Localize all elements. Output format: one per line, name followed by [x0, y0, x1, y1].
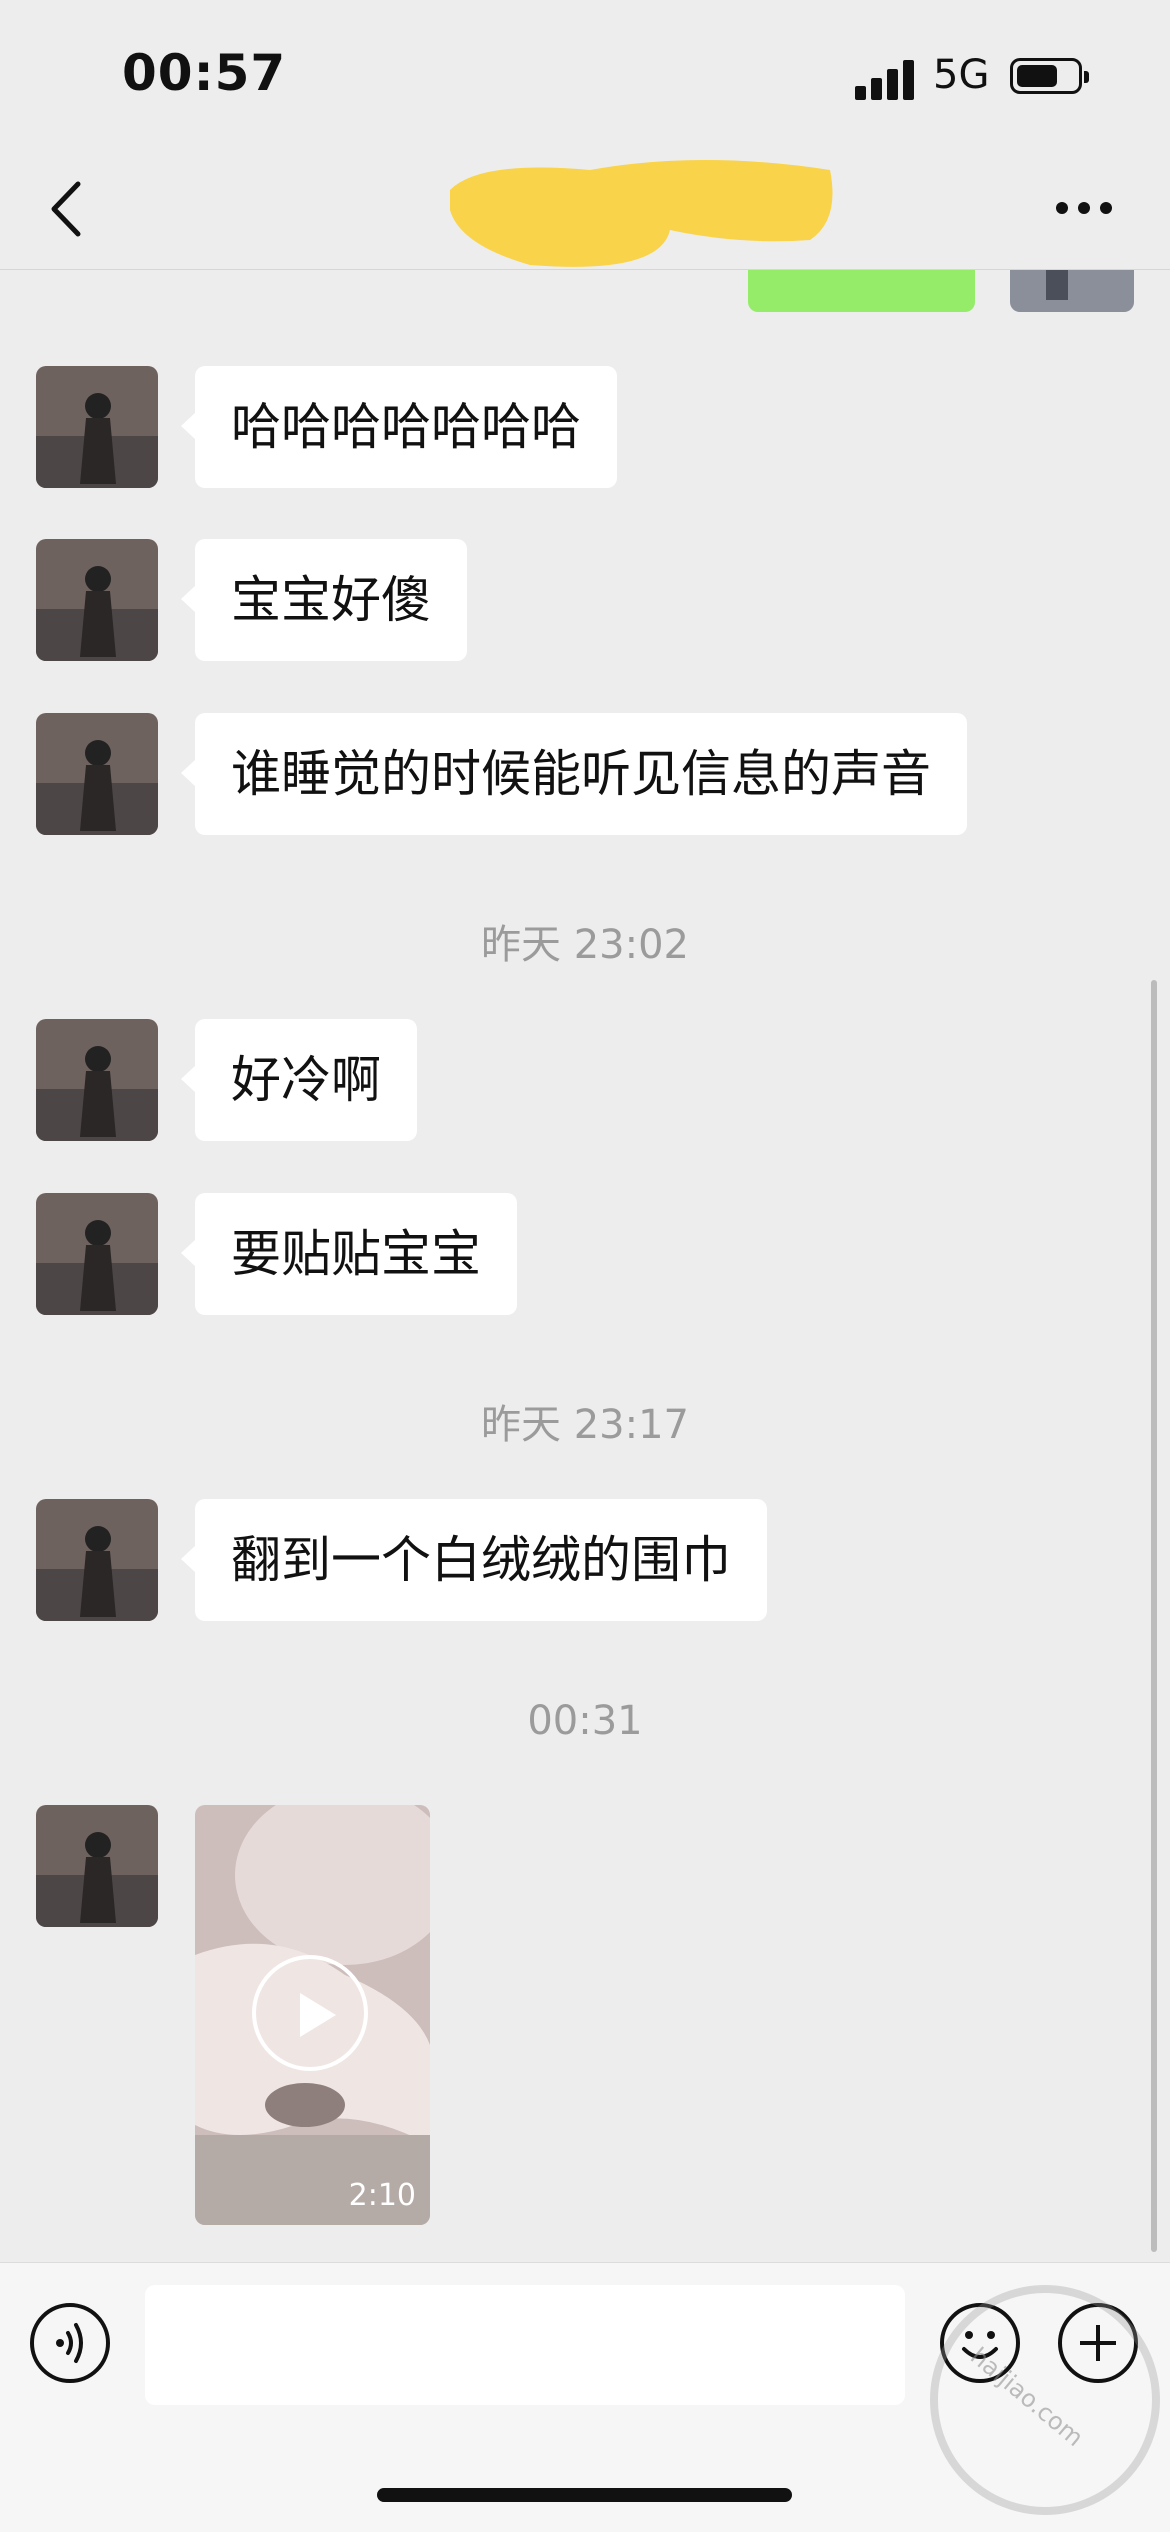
chat-header: [0, 150, 1170, 270]
battery-icon: [1010, 58, 1089, 94]
message-bubble[interactable]: 要贴贴宝宝: [181, 1193, 517, 1315]
video-message[interactable]: 2:10: [195, 1805, 430, 2225]
message-bubble[interactable]: 谁睡觉的时候能听见信息的声音: [181, 713, 967, 835]
contact-avatar[interactable]: [36, 1805, 158, 1927]
contact-avatar[interactable]: [36, 713, 158, 835]
message-bubble[interactable]: 翻到一个白绒绒的围巾: [181, 1499, 767, 1621]
contact-name-redacted: [450, 160, 833, 267]
timestamp: 昨天 23:17: [481, 1402, 689, 1448]
contact-avatar[interactable]: [36, 1193, 158, 1315]
signal-icon: [855, 58, 917, 100]
contact-avatar[interactable]: [36, 539, 158, 661]
chevron-left-icon: [51, 181, 81, 237]
more-button[interactable]: [1050, 190, 1120, 226]
status-time: 00:57: [122, 44, 287, 102]
timestamp: 昨天 23:02: [481, 922, 689, 968]
scrollbar[interactable]: [1151, 980, 1157, 2252]
home-indicator[interactable]: [377, 2488, 792, 2502]
network-type: 5G: [933, 52, 990, 98]
message-bubble[interactable]: 好冷啊: [181, 1019, 417, 1141]
play-icon[interactable]: [252, 1955, 368, 2071]
message-bubble[interactable]: 哈哈哈哈哈哈哈: [181, 366, 617, 488]
watermark-logo: haijiao.com: [930, 2285, 1160, 2515]
message-input[interactable]: [145, 2285, 905, 2405]
status-bar: 00:57 5G: [0, 0, 1170, 150]
voice-icon: [56, 2323, 83, 2363]
timestamp: 00:31: [527, 1698, 643, 1744]
video-duration: 2:10: [348, 2178, 416, 2213]
contact-avatar[interactable]: [36, 1499, 158, 1621]
voice-button[interactable]: [30, 2303, 110, 2383]
contact-avatar[interactable]: [36, 1019, 158, 1141]
message-bubble[interactable]: 宝宝好傻: [181, 539, 467, 661]
contact-avatar[interactable]: [36, 366, 158, 488]
back-button[interactable]: [40, 174, 96, 244]
